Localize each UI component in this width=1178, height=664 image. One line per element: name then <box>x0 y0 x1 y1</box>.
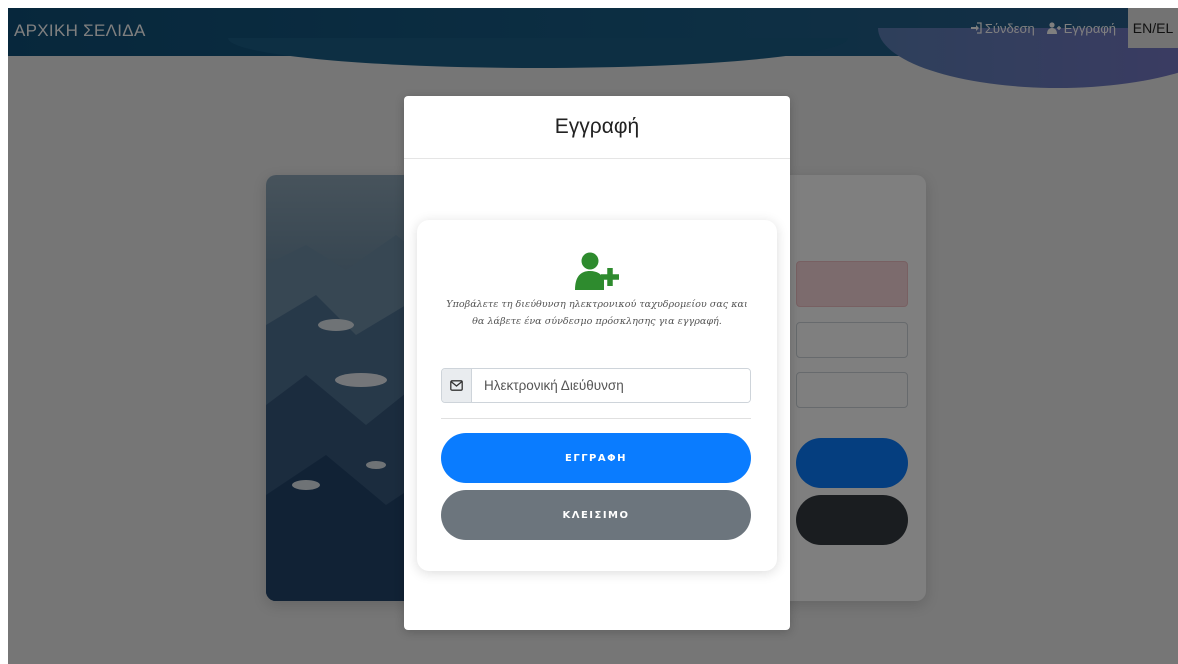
close-button[interactable]: ΚΛΕΙΣΙΜΟ <box>441 490 751 540</box>
user-plus-icon <box>575 252 619 290</box>
email-input-group <box>441 368 751 403</box>
register-form-card: Υποβάλετε τη διεύθυνση ηλεκτρονικού ταχυ… <box>417 220 777 571</box>
envelope-icon <box>442 369 472 402</box>
email-field[interactable] <box>472 369 750 402</box>
modal-header: Εγγραφή <box>404 96 790 159</box>
register-modal: Εγγραφή Υποβάλετε τη διεύθυνση ηλεκτρονι… <box>404 96 790 630</box>
register-submit-button[interactable]: ΕΓΓΡΑΦΗ <box>441 433 751 483</box>
register-hint-text: Υποβάλετε τη διεύθυνση ηλεκτρονικού ταχυ… <box>446 299 748 327</box>
icon-container <box>417 252 777 290</box>
form-divider <box>441 418 751 419</box>
modal-title: Εγγραφή <box>554 115 640 138</box>
